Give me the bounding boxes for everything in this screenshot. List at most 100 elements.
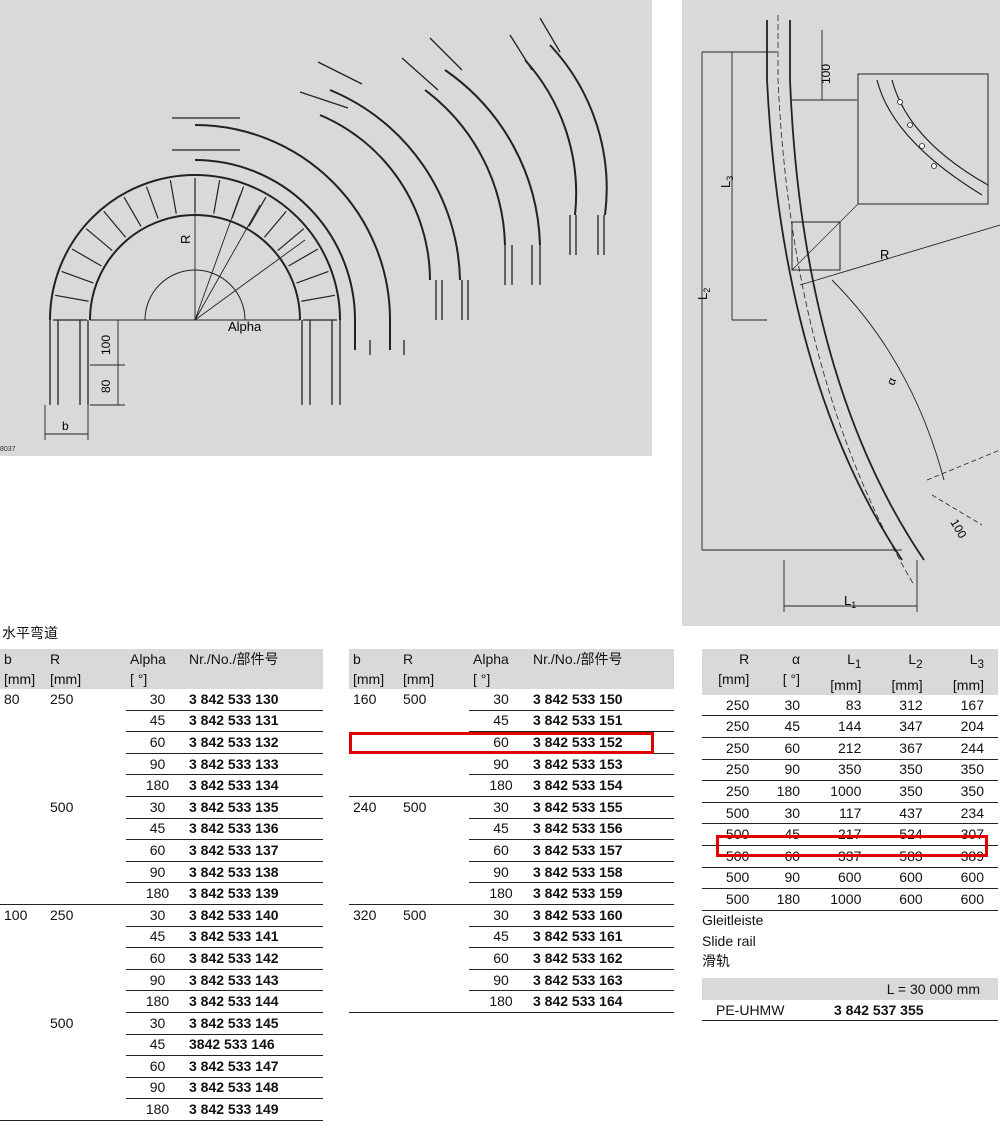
col-r-header: R [mm] [702, 649, 764, 695]
cell-l2: 312 [875, 694, 937, 717]
cell-b [0, 882, 46, 905]
cell-b: 320 [353, 906, 377, 923]
cell-r: 250 [702, 759, 764, 782]
cell-b [349, 753, 399, 775]
slide-rail-title-en: Slide rail [702, 932, 756, 949]
cell-l3: 350 [936, 759, 998, 782]
cell-b [349, 948, 399, 970]
bend-90-ends [172, 117, 405, 355]
cell-alpha: 30 [126, 1012, 185, 1035]
bend-45-inner [424, 89, 506, 246]
cell-nr: 3 842 533 159 [529, 882, 674, 905]
cell-alpha: 180 [126, 882, 185, 905]
slide-rail-title-de: Gleitleiste [702, 912, 764, 928]
table-row: 250 180 1000 350 350 [702, 780, 998, 803]
cell-nr: 3 842 533 150 [529, 689, 674, 711]
cell-l2: 347 [875, 715, 937, 738]
table-row: 240 500 30 3 842 533 155 [349, 796, 674, 819]
detail-window [857, 73, 989, 205]
cell-r [46, 1077, 126, 1099]
cell-l3: 167 [936, 694, 998, 717]
cell-l3: 350 [936, 780, 998, 803]
cell-alpha: 60 [469, 839, 529, 862]
cell-r [46, 1056, 126, 1078]
cell-b [0, 796, 46, 818]
slide-rail-row: PE-UHMW 3 842 537 355 [702, 1000, 998, 1021]
cell-r: 500 [403, 906, 427, 923]
bend-45-outer [444, 69, 541, 246]
col-b-header: b [mm] [349, 649, 399, 689]
cell-r: 500 [702, 802, 764, 825]
table-row: 250 30 83 312 167 [702, 694, 998, 717]
L2-label: L2 [695, 288, 712, 300]
cell-nr: 3 842 533 162 [529, 947, 674, 970]
cell-b [0, 1098, 46, 1121]
cell-alpha: 90 [126, 1077, 185, 1100]
table-row: 500 30 3 842 533 135 [0, 796, 323, 819]
slide-rail-length: L = 30 000 mm [702, 977, 998, 1000]
alpha-label: Alpha [228, 319, 262, 334]
cell-b [0, 732, 46, 754]
cell-alpha: 180 [469, 990, 529, 1013]
cell-alpha: 30 [126, 689, 185, 711]
chain-link [301, 294, 335, 302]
cell-b: 100 [4, 906, 28, 923]
cell-l1: 117 [814, 802, 876, 825]
cell-l3: 244 [936, 737, 998, 760]
cell-r [46, 926, 126, 948]
cell-r [399, 774, 469, 797]
slide-rail-title-cn: 滑轨 [702, 953, 730, 970]
cell-r: 500 [702, 888, 764, 911]
table-row: 90 3 842 533 143 [0, 969, 323, 992]
cell-b [0, 818, 46, 840]
slide-rail-block: Gleitleiste Slide rail 滑轨 L = 30 000 mm … [702, 910, 998, 1021]
cell-b [0, 840, 46, 862]
cell-r [46, 1098, 126, 1121]
table-row: 45 3 842 533 161 [349, 926, 674, 949]
cell-alpha: 90 [469, 969, 529, 992]
cell-r: 500 [403, 799, 427, 816]
cell-r [46, 861, 126, 883]
bend-60-inner [319, 114, 431, 281]
cell-r: 250 [702, 780, 764, 803]
cell-b [349, 710, 399, 732]
table-row: 45 3842 533 146 [0, 1034, 323, 1057]
cell-nr: 3 842 533 144 [185, 990, 323, 1013]
table-row: 60 3 842 533 142 [0, 947, 323, 970]
cell-b: 240 [353, 799, 377, 816]
cell-r [46, 969, 126, 991]
L3-label: L3 [718, 176, 735, 188]
cell-alpha: 60 [126, 947, 185, 970]
cell-nr: 3 842 533 155 [529, 796, 674, 819]
col-r-header: R [mm] [46, 649, 126, 689]
cell-nr: 3 842 533 157 [529, 839, 674, 862]
cell-r [46, 753, 126, 775]
cell-alpha: 45 [763, 715, 815, 738]
cell-b: 160 [353, 691, 377, 708]
cell-l3: 234 [936, 802, 998, 825]
table-row: 60 3 842 533 162 [349, 947, 674, 970]
col-nr-header: Nr./No./部件号 [185, 649, 323, 689]
cell-b [349, 882, 399, 905]
cell-r [46, 882, 126, 905]
cell-r: 500 [403, 691, 427, 708]
cell-r [399, 861, 469, 883]
table-row: 160 500 30 3 842 533 150 [349, 689, 674, 711]
chain-link [213, 180, 221, 214]
cell-r [46, 732, 126, 754]
cell-alpha: 45 [126, 926, 185, 949]
section-title: 水平弯道 [2, 625, 58, 641]
cell-b [349, 818, 399, 840]
dim-100-top-label: 100 [819, 64, 833, 84]
cell-b [0, 775, 46, 797]
cell-b: 80 [4, 691, 20, 708]
highlight-box-right [716, 835, 988, 857]
cell-alpha: 180 [126, 774, 185, 797]
cell-r: 500 [50, 798, 74, 815]
cell-r [399, 990, 469, 1013]
cell-r [46, 1034, 126, 1056]
cell-nr: 3 842 533 130 [185, 689, 323, 711]
dim-80-label: 80 [99, 379, 113, 393]
cell-r: 250 [50, 691, 74, 708]
table-row: 80 250 30 3 842 533 130 [0, 689, 323, 711]
